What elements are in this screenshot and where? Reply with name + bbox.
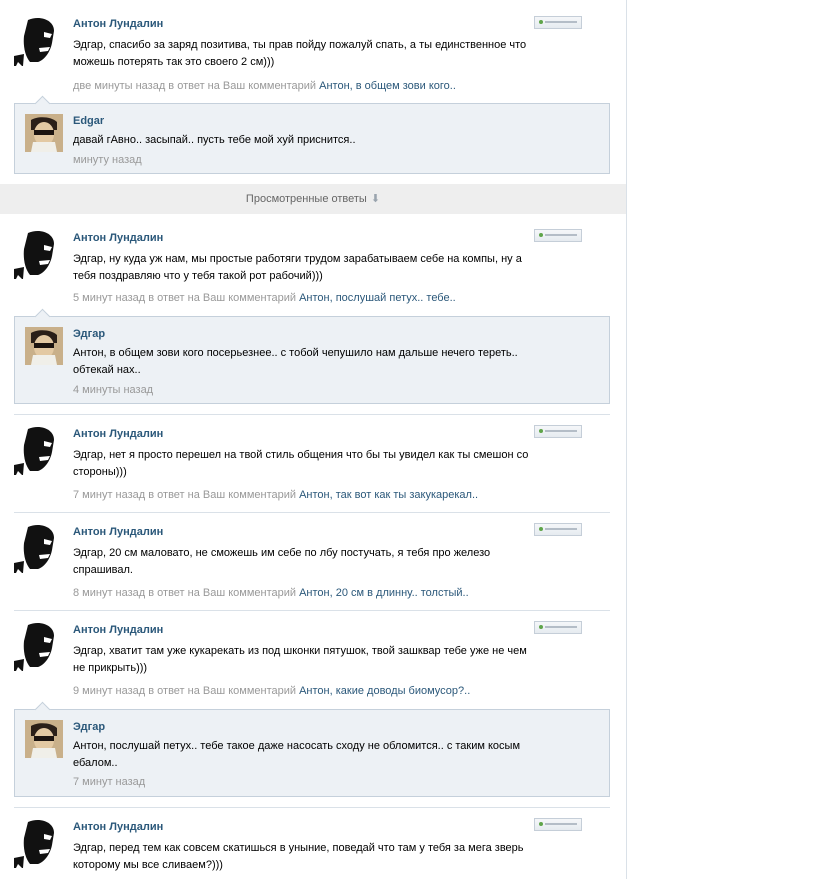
profile-photo-icon — [14, 425, 64, 475]
comment-text: Эдгар, хватит там уже кукарекать из под … — [73, 645, 527, 674]
reply-pointer-arrow — [34, 308, 51, 325]
thumbnail-preview[interactable] — [534, 818, 582, 831]
avatar[interactable] — [25, 720, 63, 758]
comment-time: 5 минут назад в ответ на Ваш комментарий — [73, 292, 297, 304]
comment-post: Антон Лундалин Эдгар, перед тем как совс… — [14, 816, 610, 879]
comment-text: Антон, послушай петух.. тебе такое даже … — [73, 740, 521, 769]
profile-photo-icon — [14, 818, 64, 868]
author-name[interactable]: Эдгар — [73, 721, 105, 733]
author-name[interactable]: Edgar — [73, 115, 104, 127]
comment-time: 4 минуты назад — [73, 384, 154, 396]
viewed-answers-toggle[interactable]: Просмотренные ответы ⬇ — [0, 184, 626, 214]
comment-post: Антон Лундалин Эдгар, хватит там уже кук… — [14, 619, 610, 703]
comment-time: 8 минут назад в ответ на Ваш комментарий — [73, 587, 297, 599]
comment-text: давай гАвно.. засыпай.. пусть тебе мой х… — [73, 134, 356, 146]
separator — [14, 807, 610, 808]
profile-photo-icon — [25, 720, 63, 758]
reply-block: Эдгар Антон, в общем зови кого посерьезн… — [14, 308, 610, 404]
comment-time: две минуты назад в ответ на Ваш коммента… — [73, 80, 317, 92]
notifications-feed: Антон Лундалин Эдгар, спасибо за заряд п… — [0, 0, 627, 879]
reply-to-link[interactable]: Антон, какие доводы биомусор?.. — [299, 685, 470, 697]
thumbnail-preview[interactable] — [534, 229, 582, 242]
comment-time: минуту назад — [73, 154, 142, 166]
author-name[interactable]: Антон Лундалин — [73, 526, 163, 538]
comment-meta: две минуты назад в ответ на Ваш коммента… — [73, 80, 456, 92]
reply-to-link[interactable]: Антон, 20 см в длинну.. толстый.. — [299, 587, 469, 599]
reply-pointer-arrow — [34, 95, 51, 112]
comment-time: 9 минут назад в ответ на Ваш комментарий — [73, 685, 297, 697]
reply-to-link[interactable]: Антон, в общем зови кого.. — [319, 80, 456, 92]
profile-photo-icon — [14, 16, 64, 66]
avatar[interactable] — [14, 621, 64, 671]
author-name[interactable]: Антон Лундалин — [73, 821, 163, 833]
comment-text: Эдгар, спасибо за заряд позитива, ты пра… — [73, 39, 527, 68]
reply-to-link[interactable]: Антон, так вот как ты закукарекал.. — [299, 489, 478, 501]
comment-post: Антон Лундалин Эдгар, 20 см маловато, не… — [14, 521, 610, 605]
avatar[interactable] — [14, 425, 64, 475]
author-name[interactable]: Антон Лундалин — [73, 428, 163, 440]
comment-text: Эдгар, 20 см маловато, не сможешь им себ… — [73, 547, 491, 576]
comment-text: Эдгар, ну куда уж нам, мы простые работя… — [73, 253, 522, 282]
reply-pointer-arrow — [34, 701, 51, 718]
thumbnail-preview[interactable] — [534, 425, 582, 438]
comment-post: Антон Лундалин Эдгар, ну куда уж нам, мы… — [14, 227, 610, 311]
author-name[interactable]: Антон Лундалин — [73, 232, 163, 244]
viewed-answers-label: Просмотренные ответы — [245, 193, 367, 205]
reply-block: Edgar давай гАвно.. засыпай.. пусть тебе… — [14, 95, 610, 174]
profile-photo-icon — [14, 621, 64, 671]
comment-time: 7 минут назад в ответ на Ваш комментарий — [73, 489, 297, 501]
comment-text: Эдгар, нет я просто перешел на твой стил… — [73, 449, 529, 478]
profile-photo-icon — [25, 327, 63, 365]
comment-meta: 7 минут назад в ответ на Ваш комментарий… — [73, 489, 478, 501]
comment-meta: 8 минут назад в ответ на Ваш комментарий… — [73, 587, 469, 599]
profile-photo-icon — [25, 114, 63, 152]
comment-text: Антон, в общем зови кого посерьезнее.. с… — [73, 347, 518, 376]
author-name[interactable]: Антон Лундалин — [73, 18, 163, 30]
comment-post: Антон Лундалин Эдгар, нет я просто переш… — [14, 423, 610, 507]
avatar[interactable] — [14, 229, 64, 279]
avatar[interactable] — [14, 16, 64, 66]
thumbnail-preview[interactable] — [534, 621, 582, 634]
comment-meta: 9 минут назад в ответ на Ваш комментарий… — [73, 685, 470, 697]
avatar[interactable] — [25, 327, 63, 365]
thumbnail-preview[interactable] — [534, 523, 582, 536]
arrow-down-icon: ⬇ — [370, 193, 381, 205]
comment-post: Антон Лундалин Эдгар, спасибо за заряд п… — [14, 14, 610, 98]
profile-photo-icon — [14, 229, 64, 279]
separator — [14, 414, 610, 415]
reply-block: Эдгар Антон, послушай петух.. тебе такое… — [14, 701, 610, 797]
thumbnail-preview[interactable] — [534, 16, 582, 29]
comment-text: Эдгар, перед тем как совсем скатишься в … — [73, 842, 524, 871]
avatar[interactable] — [25, 114, 63, 152]
reply-to-link[interactable]: Антон, послушай петух.. тебе.. — [299, 292, 456, 304]
author-name[interactable]: Антон Лундалин — [73, 624, 163, 636]
separator — [14, 610, 610, 611]
profile-photo-icon — [14, 523, 64, 573]
comment-meta: 5 минут назад в ответ на Ваш комментарий… — [73, 292, 456, 304]
comment-time: 7 минут назад — [73, 776, 146, 788]
author-name[interactable]: Эдгар — [73, 328, 105, 340]
separator — [14, 512, 610, 513]
avatar[interactable] — [14, 818, 64, 868]
avatar[interactable] — [14, 523, 64, 573]
